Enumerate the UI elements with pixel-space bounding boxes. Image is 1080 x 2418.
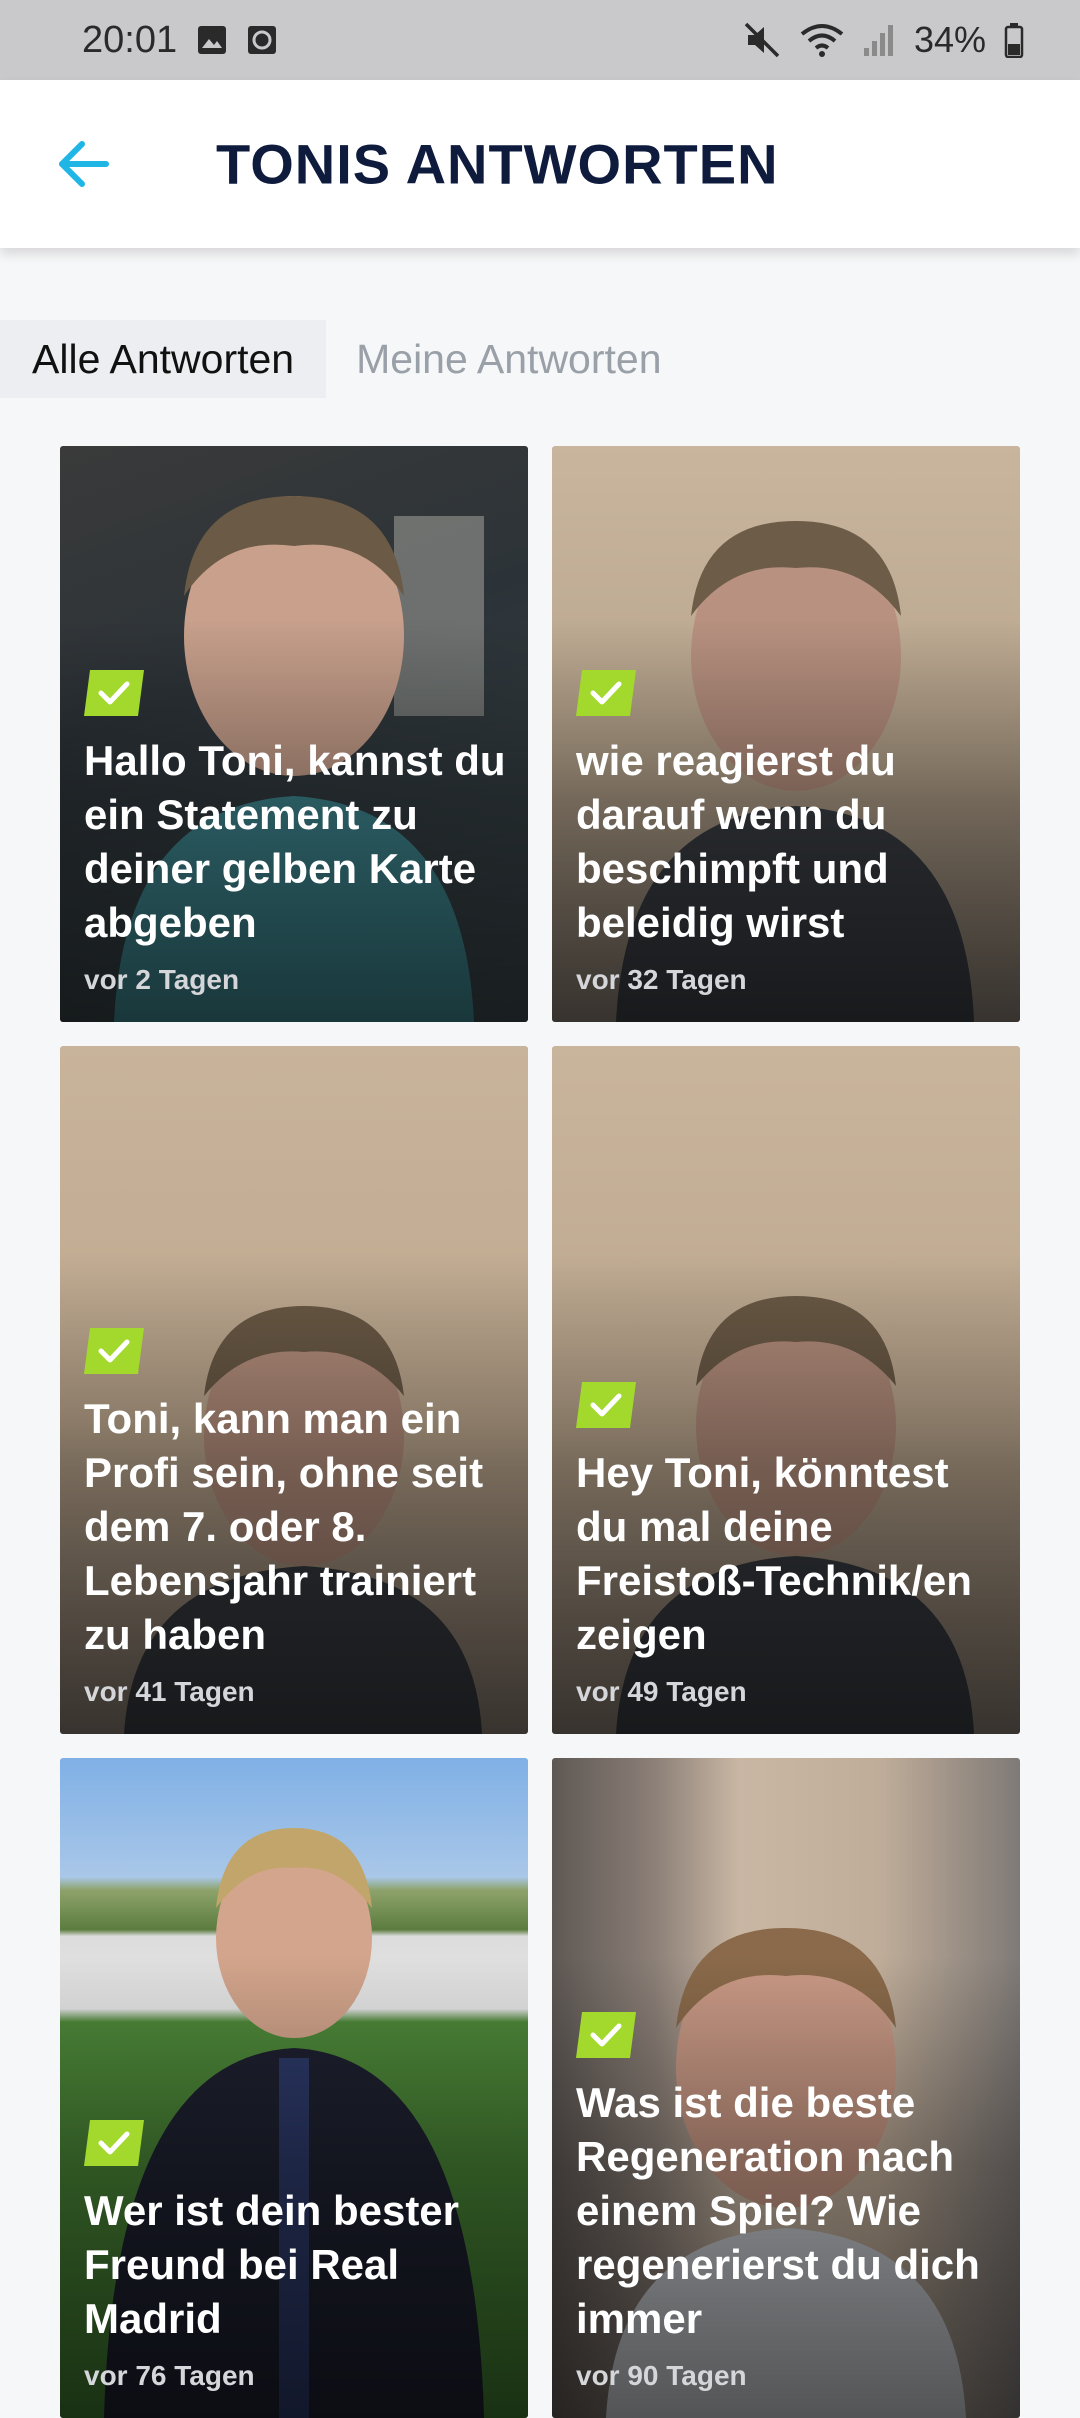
check-icon [576, 1382, 636, 1428]
question-text: wie reagierst du darauf wenn du beschimp… [576, 737, 896, 946]
time-ago: vor 76 Tagen [84, 2360, 255, 2391]
question-text: Hey Toni, könntest du mal deine Freistoß… [576, 1449, 972, 1658]
mute-icon [742, 20, 782, 60]
arrow-left-icon [59, 141, 109, 187]
status-time: 20:01 [82, 18, 178, 61]
app-bar: TONIS ANTWORTEN [0, 80, 1080, 248]
time-ago: vor 90 Tagen [576, 2360, 747, 2391]
battery-icon [1004, 22, 1024, 58]
tab-all-answers[interactable]: Alle Antworten [0, 320, 327, 398]
time-ago: vor 32 Tagen [576, 964, 747, 995]
answer-card[interactable]: Toni, kann man ein Profi sein, ohne seit… [60, 1046, 528, 1734]
time-ago: vor 49 Tagen [576, 1676, 747, 1707]
check-icon [84, 1328, 144, 1374]
question-text: Hallo Toni, kannst du ein Statement zu d… [84, 737, 506, 946]
time-ago: vor 41 Tagen [84, 1676, 255, 1707]
clock-notification-icon [247, 25, 277, 55]
answer-tabs: Alle Antworten Meine Antworten [0, 320, 694, 398]
check-icon [84, 2120, 144, 2166]
page-title: TONIS ANTWORTEN [216, 132, 779, 196]
status-bar: 20:01 34% [0, 0, 1080, 80]
answer-card[interactable]: Hallo Toni, kannst du ein Statement zu d… [60, 446, 528, 1022]
question-text: Was ist die beste Regeneration nach eine… [576, 2079, 980, 2342]
back-button[interactable] [52, 132, 116, 196]
check-icon [576, 670, 636, 716]
tab-my-answers[interactable]: Meine Antworten [326, 320, 693, 398]
answer-card[interactable]: Was ist die beste Regeneration nach eine… [552, 1758, 1020, 2418]
time-ago: vor 2 Tagen [84, 964, 240, 995]
image-notification-icon [197, 25, 227, 55]
battery-level: 34% [913, 19, 986, 60]
answer-card[interactable]: wie reagierst du darauf wenn du beschimp… [552, 446, 1020, 1022]
wifi-icon [800, 20, 844, 60]
question-text: Toni, kann man ein Profi sein, ohne seit… [84, 1395, 484, 1658]
signal-icon [862, 22, 896, 58]
answer-card[interactable]: Hey Toni, könntest du mal deine Freistoß… [552, 1046, 1020, 1734]
check-icon [84, 670, 144, 716]
check-icon [576, 2012, 636, 2058]
answer-card[interactable]: Wer ist dein bester Freund bei Real Madr… [60, 1758, 528, 2418]
question-text: Wer ist dein bester Freund bei Real Madr… [84, 2187, 460, 2342]
